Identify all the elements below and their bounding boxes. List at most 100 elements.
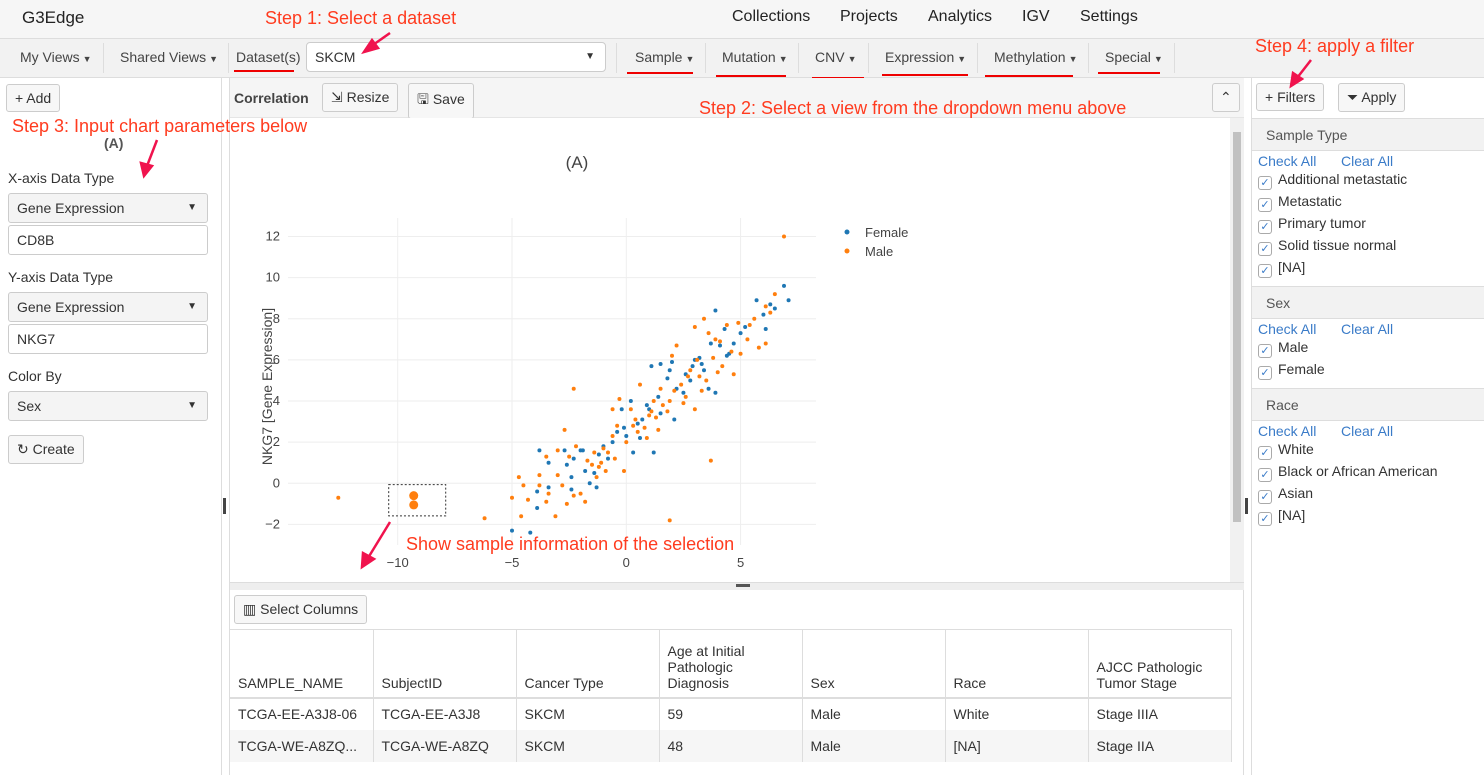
resize-button[interactable]: ⇲ Resize: [322, 83, 399, 112]
chart-scrollbar[interactable]: [1230, 118, 1244, 582]
nav-projects[interactable]: Projects: [840, 8, 898, 26]
add-button[interactable]: + Add: [6, 84, 61, 112]
y-type-select[interactable]: Gene Expression ▼: [8, 292, 208, 322]
nav-collections[interactable]: Collections: [732, 8, 810, 26]
col-subject-id[interactable]: SubjectID: [373, 629, 517, 699]
collapse-button[interactable]: ⌃: [1212, 83, 1240, 112]
filter-checkbox[interactable]: ✓ Primary tumor: [1258, 215, 1366, 234]
clear-all-label: Clear All: [1341, 321, 1394, 337]
data-point: [592, 471, 597, 476]
checkmark-icon[interactable]: ✓: [1258, 344, 1272, 358]
create-button[interactable]: ↻ Create: [8, 435, 84, 464]
right-splitter-handle[interactable]: [1245, 498, 1248, 514]
data-point: [720, 364, 725, 369]
add-filters-button[interactable]: + Filters: [1256, 83, 1325, 111]
checkmark-icon[interactable]: ✓: [1258, 220, 1272, 234]
filter-checkbox[interactable]: ✓ Additional metastatic: [1258, 171, 1407, 190]
scatter-plot[interactable]: −10 −5 0 5−2024681012(A)NKG7 [Gene Expressi…: [230, 118, 1230, 582]
filter-group-header[interactable]: Sample Type: [1252, 118, 1484, 151]
cell: SKCM: [516, 697, 660, 730]
col-sample-name[interactable]: SAMPLE_NAME: [230, 629, 374, 699]
chevron-up-icon: ⌃: [1220, 89, 1232, 105]
methylation-menu[interactable]: Methylation ▼: [994, 49, 1078, 65]
data-point: [583, 499, 588, 504]
data-point: [690, 364, 695, 369]
filter-checkbox[interactable]: ✓ Female: [1258, 361, 1325, 380]
x-type-select[interactable]: Gene Expression ▼: [8, 193, 208, 223]
my-views-menu[interactable]: My Views ▼: [20, 49, 92, 65]
filter-checkbox[interactable]: ✓ White: [1258, 441, 1314, 460]
data-point: [564, 462, 569, 467]
y-gene-input[interactable]: NKG7: [8, 324, 208, 354]
annotation-underline: [1098, 72, 1160, 74]
divider: [705, 43, 706, 73]
checkmark-icon[interactable]: ✓: [1258, 242, 1272, 256]
color-by-select[interactable]: Sex ▼: [8, 391, 208, 421]
checkmark-icon[interactable]: ✓: [1258, 264, 1272, 278]
splitter-handle[interactable]: [736, 584, 750, 587]
filter-group-header[interactable]: Sex: [1252, 286, 1484, 319]
filter-checkbox[interactable]: ✓ Male: [1258, 339, 1308, 358]
horizontal-splitter[interactable]: [230, 582, 1244, 590]
checkmark-icon[interactable]: ✓: [1258, 366, 1272, 380]
col-race[interactable]: Race: [945, 629, 1089, 699]
select-columns-button[interactable]: ▥ Select Columns: [234, 595, 368, 624]
apply-button[interactable]: ⏷ Apply: [1338, 83, 1406, 112]
data-point: [658, 411, 663, 416]
clear-all-link[interactable]: Clear All: [1341, 153, 1393, 169]
sample-menu[interactable]: Sample ▼: [635, 49, 694, 65]
checkmark-icon[interactable]: ✓: [1258, 446, 1272, 460]
methylation-menu-label: Methylation: [994, 49, 1066, 65]
scrollbar-thumb[interactable]: [1233, 132, 1241, 522]
nav-igv[interactable]: IGV: [1022, 8, 1050, 26]
x-gene-input[interactable]: CD8B: [8, 225, 208, 255]
x-tick-label: 0: [623, 555, 630, 570]
nav-settings[interactable]: Settings: [1080, 8, 1138, 26]
checkmark-icon[interactable]: ✓: [1258, 490, 1272, 504]
table-row[interactable]: TCGA-WE-A8ZQ... TCGA-WE-A8ZQ SKCM 48 Male [NA…: [230, 729, 1232, 762]
checkmark-icon[interactable]: ✓: [1258, 512, 1272, 526]
dataset-value: SKCM: [315, 49, 356, 65]
data-point: [772, 292, 777, 297]
filter-checkbox[interactable]: ✓ [NA]: [1258, 507, 1305, 526]
data-point: [624, 434, 629, 438]
data-point: [617, 396, 622, 401]
filter-checkbox[interactable]: ✓ Asian: [1258, 485, 1313, 504]
expression-menu[interactable]: Expression ▼: [885, 49, 966, 65]
checkmark-icon[interactable]: ✓: [1258, 198, 1272, 212]
brand-logo[interactable]: G3Edge: [22, 8, 84, 28]
filter-checkbox[interactable]: ✓ Solid tissue normal: [1258, 237, 1396, 256]
left-splitter-handle[interactable]: [223, 498, 226, 514]
filter-checkbox[interactable]: ✓ Metastatic: [1258, 193, 1342, 212]
data-point: [702, 316, 706, 321]
data-point: [610, 440, 615, 445]
clear-all-link[interactable]: Clear All: [1341, 321, 1393, 337]
save-button[interactable]: 🖫 Save: [408, 83, 474, 119]
filter-group-header[interactable]: Race: [1252, 388, 1484, 421]
check-all-link[interactable]: Check All: [1258, 423, 1316, 439]
y-tick-label: 10: [266, 270, 280, 285]
checkmark-icon[interactable]: ✓: [1258, 176, 1272, 190]
filter-option-label: Asian: [1278, 485, 1314, 501]
check-all-link[interactable]: Check All: [1258, 321, 1316, 337]
filter-checkbox[interactable]: ✓ Black or African American: [1258, 463, 1438, 482]
data-point: [510, 528, 514, 533]
col-sex[interactable]: Sex: [802, 629, 946, 699]
nav-analytics[interactable]: Analytics: [928, 8, 992, 26]
col-cancer-type[interactable]: Cancer Type: [516, 629, 660, 699]
special-menu[interactable]: Special ▼: [1105, 49, 1163, 65]
mutation-menu[interactable]: Mutation ▼: [722, 49, 788, 65]
table-row[interactable]: TCGA-EE-A3J8-06 TCGA-EE-A3J8 SKCM 59 Male Whi…: [230, 697, 1232, 730]
cnv-menu[interactable]: CNV ▼: [815, 49, 856, 65]
col-stage[interactable]: AJCC Pathologic Tumor Stage: [1088, 629, 1232, 699]
col-age[interactable]: Age at Initial Pathologic Diagnosis: [659, 629, 803, 699]
check-all-link[interactable]: Check All: [1258, 153, 1316, 169]
checkmark-icon[interactable]: ✓: [1258, 468, 1272, 482]
filter-checkbox[interactable]: ✓ [NA]: [1258, 259, 1305, 278]
dataset-label: Dataset(s): [236, 49, 301, 65]
shared-views-menu[interactable]: Shared Views ▼: [120, 49, 218, 65]
expression-menu-label: Expression: [885, 49, 955, 65]
data-point: [731, 341, 736, 346]
clear-all-link[interactable]: Clear All: [1341, 423, 1393, 439]
dataset-select[interactable]: SKCM ▼: [306, 42, 606, 72]
